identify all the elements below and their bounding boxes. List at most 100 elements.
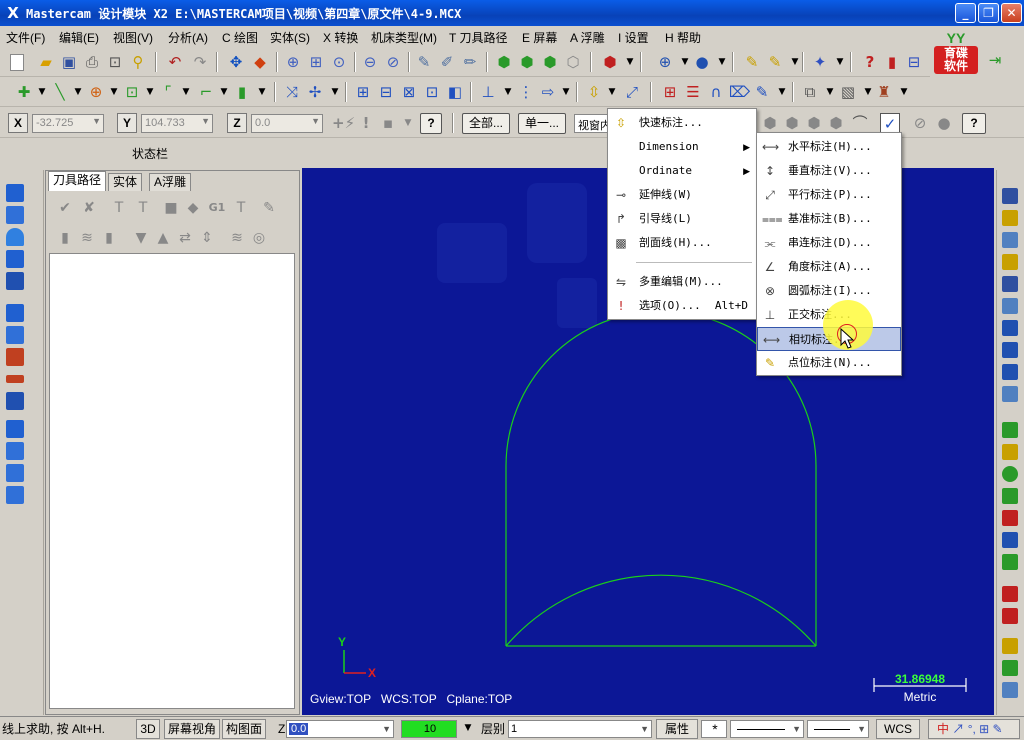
menu-item-multi-edit[interactable]: ⇋ 多重编辑(M)... [608,270,756,294]
select-mode-icon-3[interactable]: ⬢ [804,113,824,133]
undo-icon[interactable]: ↶ [165,52,185,72]
blank-icon[interactable]: ✏ [460,52,480,72]
mastercam-app-icon[interactable]: X [4,4,22,22]
chevron-down-icon[interactable]: ▼ [712,52,732,72]
xform-array-icon[interactable]: ⋮ [516,82,536,102]
xform-translate-icon[interactable]: ⊞ [353,82,373,102]
chevron-down-icon[interactable]: ▼ [398,113,418,133]
cancel-select-icon[interactable]: ⊘ [910,113,930,133]
submenu-item-chained[interactable]: ⫘ 串连标注(D)... [757,231,901,255]
chevron-down-icon[interactable]: ▼ [602,82,622,102]
line-draw-icon[interactable] [1002,444,1018,460]
regen-all-icon[interactable]: T [110,199,128,217]
z-depth-field[interactable]: 0.0 ▼ [286,720,394,738]
tag-icon[interactable]: ⌦ [729,82,750,102]
up-arrow-icon[interactable] [6,184,24,202]
stand-icon[interactable]: ♜ [874,82,894,102]
chevron-down-icon[interactable]: ▼ [772,82,792,102]
lines-icon[interactable]: ☰ [683,82,703,102]
chevron-down-icon[interactable]: ▼ [857,721,866,737]
spline-draw-icon[interactable] [1002,554,1018,570]
xform-rotate-icon[interactable]: ⊠ [399,82,419,102]
menu-solids[interactable]: 实体(S) [270,29,310,46]
drafting-icon[interactable]: ⤢ [622,82,642,102]
block-icon[interactable] [6,392,24,410]
save-icon[interactable] [1002,188,1018,204]
pencil-icon[interactable] [1002,210,1018,226]
chevron-down-icon[interactable]: ▼ [382,721,391,737]
arc-draw-icon[interactable] [1002,488,1018,504]
menu-toolpaths[interactable]: T 刀具路径 [449,29,507,46]
verify-select-icon[interactable]: ✓ [880,113,900,133]
scroll-insert-icon[interactable]: ⇕ [198,229,216,247]
arc-tool-icon[interactable] [6,228,24,246]
chevron-down-icon[interactable]: ▼ [311,116,320,126]
menu-item-extension-line[interactable]: ⊸ 延伸线(W) [608,183,756,207]
operations-tree[interactable] [49,253,295,709]
chevron-down-icon[interactable]: ▼ [92,116,101,126]
delete-ops-icon[interactable]: ✎ [260,199,278,217]
circle-draw-icon[interactable] [1002,466,1018,482]
select-help-button[interactable]: ? [962,113,986,134]
color-field[interactable]: 10 [401,720,457,738]
line-width-field[interactable]: ▼ [807,720,869,738]
chamfer-draw-icon[interactable] [1002,608,1018,624]
color-grid-icon[interactable] [1002,638,1018,654]
submenu-item-baseline[interactable]: ⩶ 基准标注(B)... [757,207,901,231]
backplot-icon[interactable]: ■ [162,199,180,217]
input-method-bar[interactable]: 中 ↗ °, ⊞ ✎ [928,719,1020,739]
layers-icon[interactable]: ⧉ [800,82,820,102]
y-coordinate-field[interactable]: 104.733 ▼ [141,114,213,133]
wcs-button[interactable]: WCS [876,719,920,739]
3d-toggle-button[interactable]: 3D [136,719,160,739]
select-mode-icon-4[interactable]: ⬢ [826,113,846,133]
menu-item-dimension[interactable]: Dimension ▶ [608,135,756,159]
zoom-target-icon[interactable]: ⊘ [383,52,403,72]
add-point-icon[interactable] [1002,422,1018,438]
menu-item-hatch[interactable]: ▩ 剖面线(H)... [608,231,756,255]
menu-screen[interactable]: E 屏幕 [522,29,557,46]
exclaim-icon[interactable]: ! [356,113,376,133]
verify-icon[interactable]: ◆ [184,199,202,217]
chamfer-icon[interactable]: ⌜ [158,82,178,102]
menu-create[interactable]: C 绘图 [222,29,258,46]
pencils-icon[interactable]: ✎ [765,52,785,72]
menu-help[interactable]: H 帮助 [665,29,701,46]
cylinder-icon[interactable]: ▮ [232,82,252,102]
bars-icon[interactable] [1002,660,1018,676]
chevron-down-icon[interactable]: ▼ [32,82,52,102]
sphere-icon[interactable]: ● [692,52,712,72]
chevron-down-icon[interactable]: ▼ [620,52,640,72]
solid-union-icon[interactable] [6,420,24,438]
zoom-window-icon[interactable]: ⊞ [306,52,326,72]
spline-icon[interactable]: ⌐ [196,82,216,102]
submenu-item-parallel[interactable]: ⤢ 平行标注(P)... [757,183,901,207]
end-select-icon[interactable]: ● [934,113,954,133]
toggle-display-icon[interactable]: ≋ [78,229,96,247]
loop-icon[interactable] [6,206,24,224]
circle-icon[interactable]: ⊕ [86,82,106,102]
ruler-icon[interactable]: ✎ [752,82,772,102]
dim-icon[interactable] [1002,232,1018,248]
plate-icon[interactable] [6,375,24,383]
delete-icon[interactable]: ✎ [414,52,434,72]
box-icon[interactable] [6,304,24,322]
select-mode-icon-2[interactable]: ⬢ [782,113,802,133]
shaded-cube-icon[interactable]: ⬢ [494,52,514,72]
shape-icon[interactable] [6,272,24,290]
down-arrow-icon[interactable] [6,250,24,268]
chevron-down-icon[interactable]: ▼ [176,82,196,102]
rect-icon[interactable] [1002,510,1018,526]
move-up-icon[interactable]: ▲ [154,229,172,247]
z-coordinate-field[interactable]: 0.0 ▼ [251,114,323,133]
line-tool-icon[interactable] [1002,386,1018,402]
point-icon[interactable]: ✚ [14,82,34,102]
select-all-button[interactable]: 全部... [462,113,510,134]
xform-offset-icon[interactable]: ◧ [445,82,465,102]
point-style-field[interactable]: * [701,720,727,738]
post-icon[interactable]: G1 [208,199,226,217]
print-preview-icon[interactable]: ⊡ [105,52,125,72]
view-cube-icon[interactable]: ⬢ [600,52,620,72]
screen-view-button[interactable]: 屏幕视角 [164,719,220,739]
menu-edit[interactable]: 编辑(E) [59,29,99,46]
